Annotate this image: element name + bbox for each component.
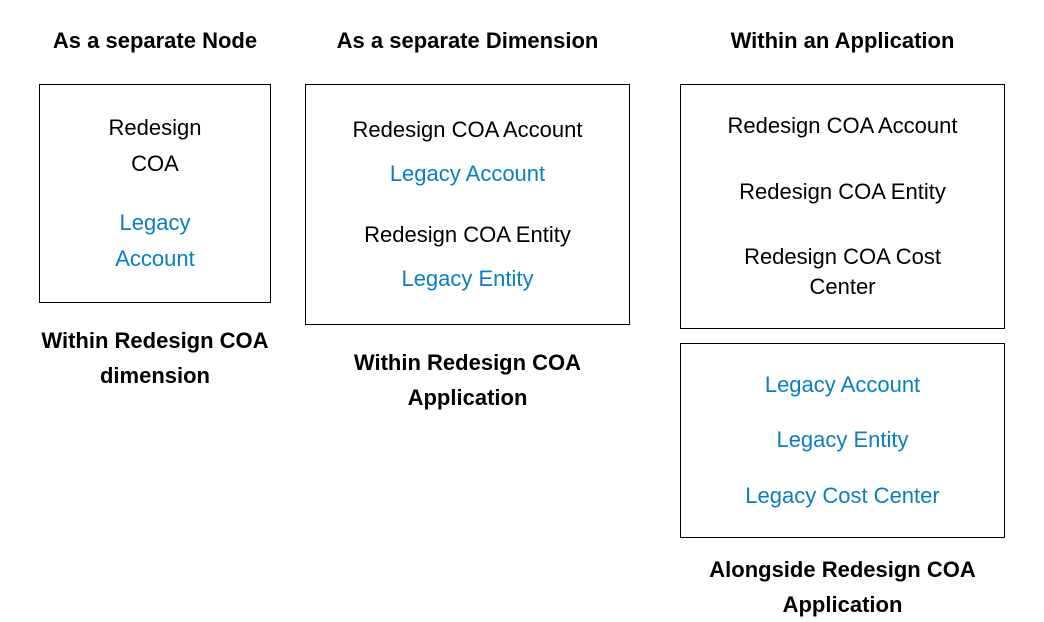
item-group: Legacy Account <box>765 370 920 400</box>
diagram-box: Legacy Account Legacy Entity Legacy Cost… <box>680 343 1005 538</box>
box-caption: Within Redesign COA Application <box>305 345 630 415</box>
box-item: Redesign <box>109 113 202 143</box>
column-separate-node: As a separate Node Redesign COA Legacy A… <box>25 28 285 393</box>
item-group: Redesign COA Entity Legacy Entity <box>364 220 571 293</box>
column-header: As a separate Dimension <box>337 28 599 54</box>
column-within-application: Within an Application Redesign COA Accou… <box>680 28 1005 622</box>
item-group: Redesign COA Account <box>728 111 958 141</box>
box-item: Redesign COA Account <box>353 115 583 145</box>
box-caption: Alongside Redesign COA Application <box>680 552 1005 622</box>
item-group: Redesign COA Cost Center <box>713 242 973 301</box>
diagram-box: Redesign COA Account Redesign COA Entity… <box>680 84 1005 329</box>
box-item: Redesign COA Entity <box>364 220 571 250</box>
item-group: Redesign COA Entity <box>739 177 946 207</box>
box-caption: Within Redesign COA dimension <box>25 323 285 393</box>
box-item: COA <box>131 149 179 179</box>
box-item: Redesign COA Entity <box>739 177 946 207</box>
item-group: Redesign COA Account Legacy Account <box>353 115 583 188</box>
column-header: Within an Application <box>731 28 955 54</box>
item-group: Legacy Cost Center <box>745 481 939 511</box>
box-item-highlight: Legacy Entity <box>776 425 908 455</box>
box-item: Redesign COA Cost Center <box>713 242 973 301</box>
box-item-highlight: Legacy Account <box>390 159 545 189</box>
diagram-box: Redesign COA Legacy Account <box>39 84 271 303</box>
box-item-highlight: Legacy <box>120 208 191 238</box>
diagram-box: Redesign COA Account Legacy Account Rede… <box>305 84 630 325</box>
column-header: As a separate Node <box>53 28 257 54</box>
box-item-highlight: Account <box>115 244 195 274</box>
box-item-highlight: Legacy Account <box>765 370 920 400</box>
box-item: Redesign COA Account <box>728 111 958 141</box>
item-group: Legacy Entity <box>776 425 908 455</box>
box-item-highlight: Legacy Entity <box>401 264 533 294</box>
box-item-highlight: Legacy Cost Center <box>745 481 939 511</box>
column-separate-dimension: As a separate Dimension Redesign COA Acc… <box>305 28 630 415</box>
